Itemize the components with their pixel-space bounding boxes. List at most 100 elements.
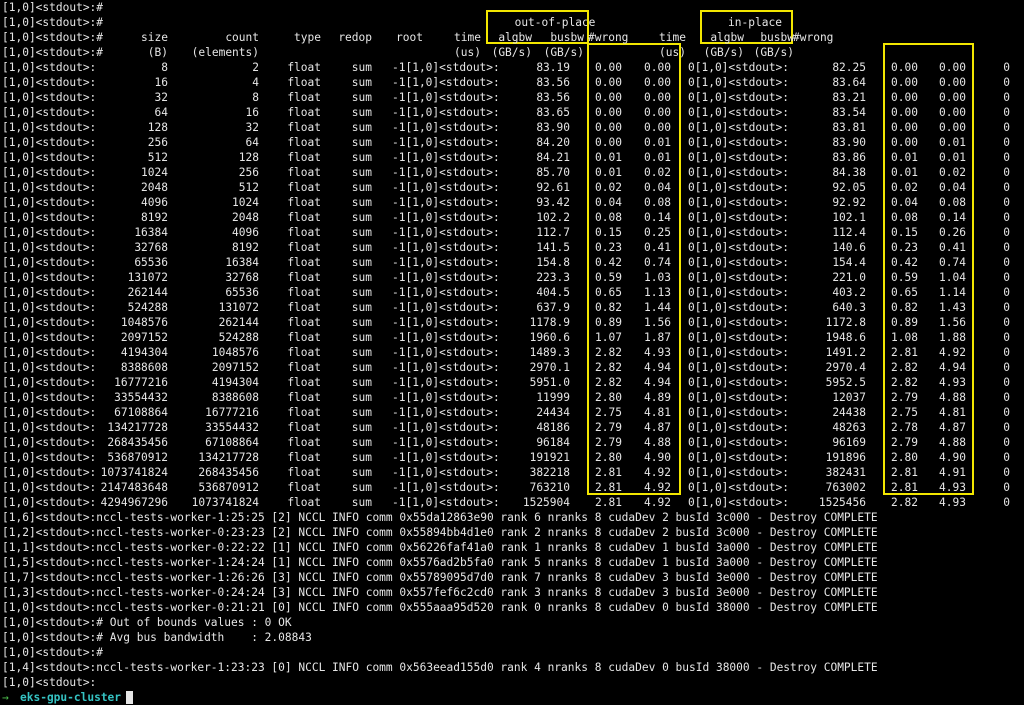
type-cell: float [287,346,321,359]
row-prefix: [1,0]<stdout>: [2,481,97,494]
wrong-out-cell: 0[1,0]<stdout>: [688,151,790,164]
header-col: count [225,31,259,44]
algbw-in-cell: 2.79 [891,436,918,449]
algbw-in-cell: 2.81 [891,481,918,494]
wrong-in-cell: 0 [1003,286,1010,299]
busbw-in-cell: 0.00 [939,76,966,89]
type-cell: float [287,286,321,299]
type-cell: float [287,481,321,494]
prompt-directory: eks-gpu-cluster [20,691,122,704]
header-prefix: [1,0]<stdout>:# [2,16,104,29]
root-cell: -1[1,0]<stdout>: [392,91,500,104]
root-cell: -1[1,0]<stdout>: [392,196,500,209]
type-cell: float [287,121,321,134]
size-cell: 128 [147,121,168,134]
wrong-in-cell: 0 [1003,91,1010,104]
header-empty-line: [1,0]<stdout>:# [2,1,104,14]
busbw-in-cell: 1.04 [939,271,966,284]
wrong-out-cell: 0[1,0]<stdout>: [688,406,790,419]
size-cell: 1024 [141,166,168,179]
count-cell: 64 [245,136,259,149]
wrong-in-cell: 0 [1003,166,1010,179]
header-col: algbw [498,31,532,44]
count-cell: 16384 [225,256,259,269]
time-out-cell: 83.56 [536,91,570,104]
size-cell: 256 [147,136,168,149]
root-cell: -1[1,0]<stdout>: [392,241,500,254]
table-row: [1,0]<stdout>: 1048576 262144 float sum -1[1,… [0,315,1024,330]
algbw-in-cell: 2.82 [891,376,918,389]
redop-cell: sum [351,136,372,149]
type-cell: float [287,211,321,224]
wrong-in-cell: 0 [1003,121,1010,134]
redop-cell: sum [351,481,372,494]
shell-prompt[interactable]: → eks-gpu-cluster [0,690,1024,705]
algbw-in-cell: 2.78 [891,421,918,434]
algbw-in-cell: 0.00 [891,106,918,119]
time-in-cell: 140.6 [832,241,866,254]
redop-cell: sum [351,301,372,314]
busbw-out-cell: 4.92 [644,466,671,479]
wrong-out-cell: 0[1,0]<stdout>: [688,226,790,239]
algbw-in-cell: 2.79 [891,391,918,404]
redop-cell: sum [351,271,372,284]
algbw-out-cell: 0.00 [595,76,622,89]
busbw-in-cell: 0.04 [939,181,966,194]
redop-cell: sum [351,181,372,194]
wrong-out-cell: 0[1,0]<stdout>: [688,421,790,434]
table-row: [1,0]<stdout>: 16 4 float sum -1[1,0]<stdout>… [0,75,1024,90]
root-cell: -1[1,0]<stdout>: [392,496,500,509]
time-out-cell: 24434 [536,406,570,419]
root-cell: -1[1,0]<stdout>: [392,271,500,284]
time-in-cell: 83.90 [832,136,866,149]
table-row: [1,0]<stdout>: 524288 131072 float sum -1[1,0… [0,300,1024,315]
table-row: [1,0]<stdout>: 16777216 4194304 float sum -1[… [0,375,1024,390]
log-line: [1,7]<stdout>:nccl-tests-worker-1:26:26 … [2,571,878,584]
busbw-out-cell: 0.41 [644,241,671,254]
busbw-out-cell: 1.87 [644,331,671,344]
row-prefix: [1,0]<stdout>: [2,256,97,269]
row-prefix: [1,0]<stdout>: [2,466,97,479]
algbw-in-cell: 0.01 [891,166,918,179]
algbw-out-cell: 0.59 [595,271,622,284]
wrong-out-cell: 0[1,0]<stdout>: [688,271,790,284]
time-in-cell: 83.21 [832,91,866,104]
root-cell: -1[1,0]<stdout>: [392,421,500,434]
time-out-cell: 1489.3 [529,346,570,359]
algbw-out-cell: 2.81 [595,481,622,494]
algbw-out-cell: 0.89 [595,316,622,329]
algbw-in-cell: 2.75 [891,406,918,419]
time-in-cell: 92.05 [832,181,866,194]
time-in-cell: 24438 [832,406,866,419]
root-cell: -1[1,0]<stdout>: [392,316,500,329]
size-cell: 262144 [127,286,168,299]
count-cell: 1048576 [211,346,259,359]
terminal-window[interactable]: [1,0]<stdout>:# [1,0]<stdout>:# out-of-p… [0,0,1024,704]
busbw-in-cell: 0.01 [939,136,966,149]
size-cell: 134217728 [107,421,168,434]
time-out-cell: 763210 [529,481,570,494]
count-cell: 32 [245,121,259,134]
row-prefix: [1,0]<stdout>: [2,376,97,389]
time-out-cell: 382218 [529,466,570,479]
wrong-out-cell: 0[1,0]<stdout>: [688,211,790,224]
time-out-cell: 2970.1 [529,361,570,374]
wrong-in-cell: 0 [1003,481,1010,494]
algbw-in-cell: 0.01 [891,151,918,164]
algbw-in-cell: 0.04 [891,196,918,209]
count-cell: 268435456 [198,466,259,479]
table-row: [1,0]<stdout>: 32768 8192 float sum -1[1,0]<s… [0,240,1024,255]
header-col: type [294,31,321,44]
size-cell: 1048576 [120,316,168,329]
algbw-in-cell: 0.00 [891,76,918,89]
wrong-out-cell: 0[1,0]<stdout>: [688,136,790,149]
wrong-out-cell: 0[1,0]<stdout>: [688,106,790,119]
size-cell: 64 [154,106,168,119]
row-prefix: [1,0]<stdout>: [2,361,97,374]
header-col: (GB/s) [491,46,532,59]
wrong-out-cell: 0[1,0]<stdout>: [688,481,790,494]
root-cell: -1[1,0]<stdout>: [392,331,500,344]
type-cell: float [287,256,321,269]
wrong-in-cell: 0 [1003,136,1010,149]
terminal-line: [1,2]<stdout>:nccl-tests-worker-0:23:23 … [0,525,1024,540]
